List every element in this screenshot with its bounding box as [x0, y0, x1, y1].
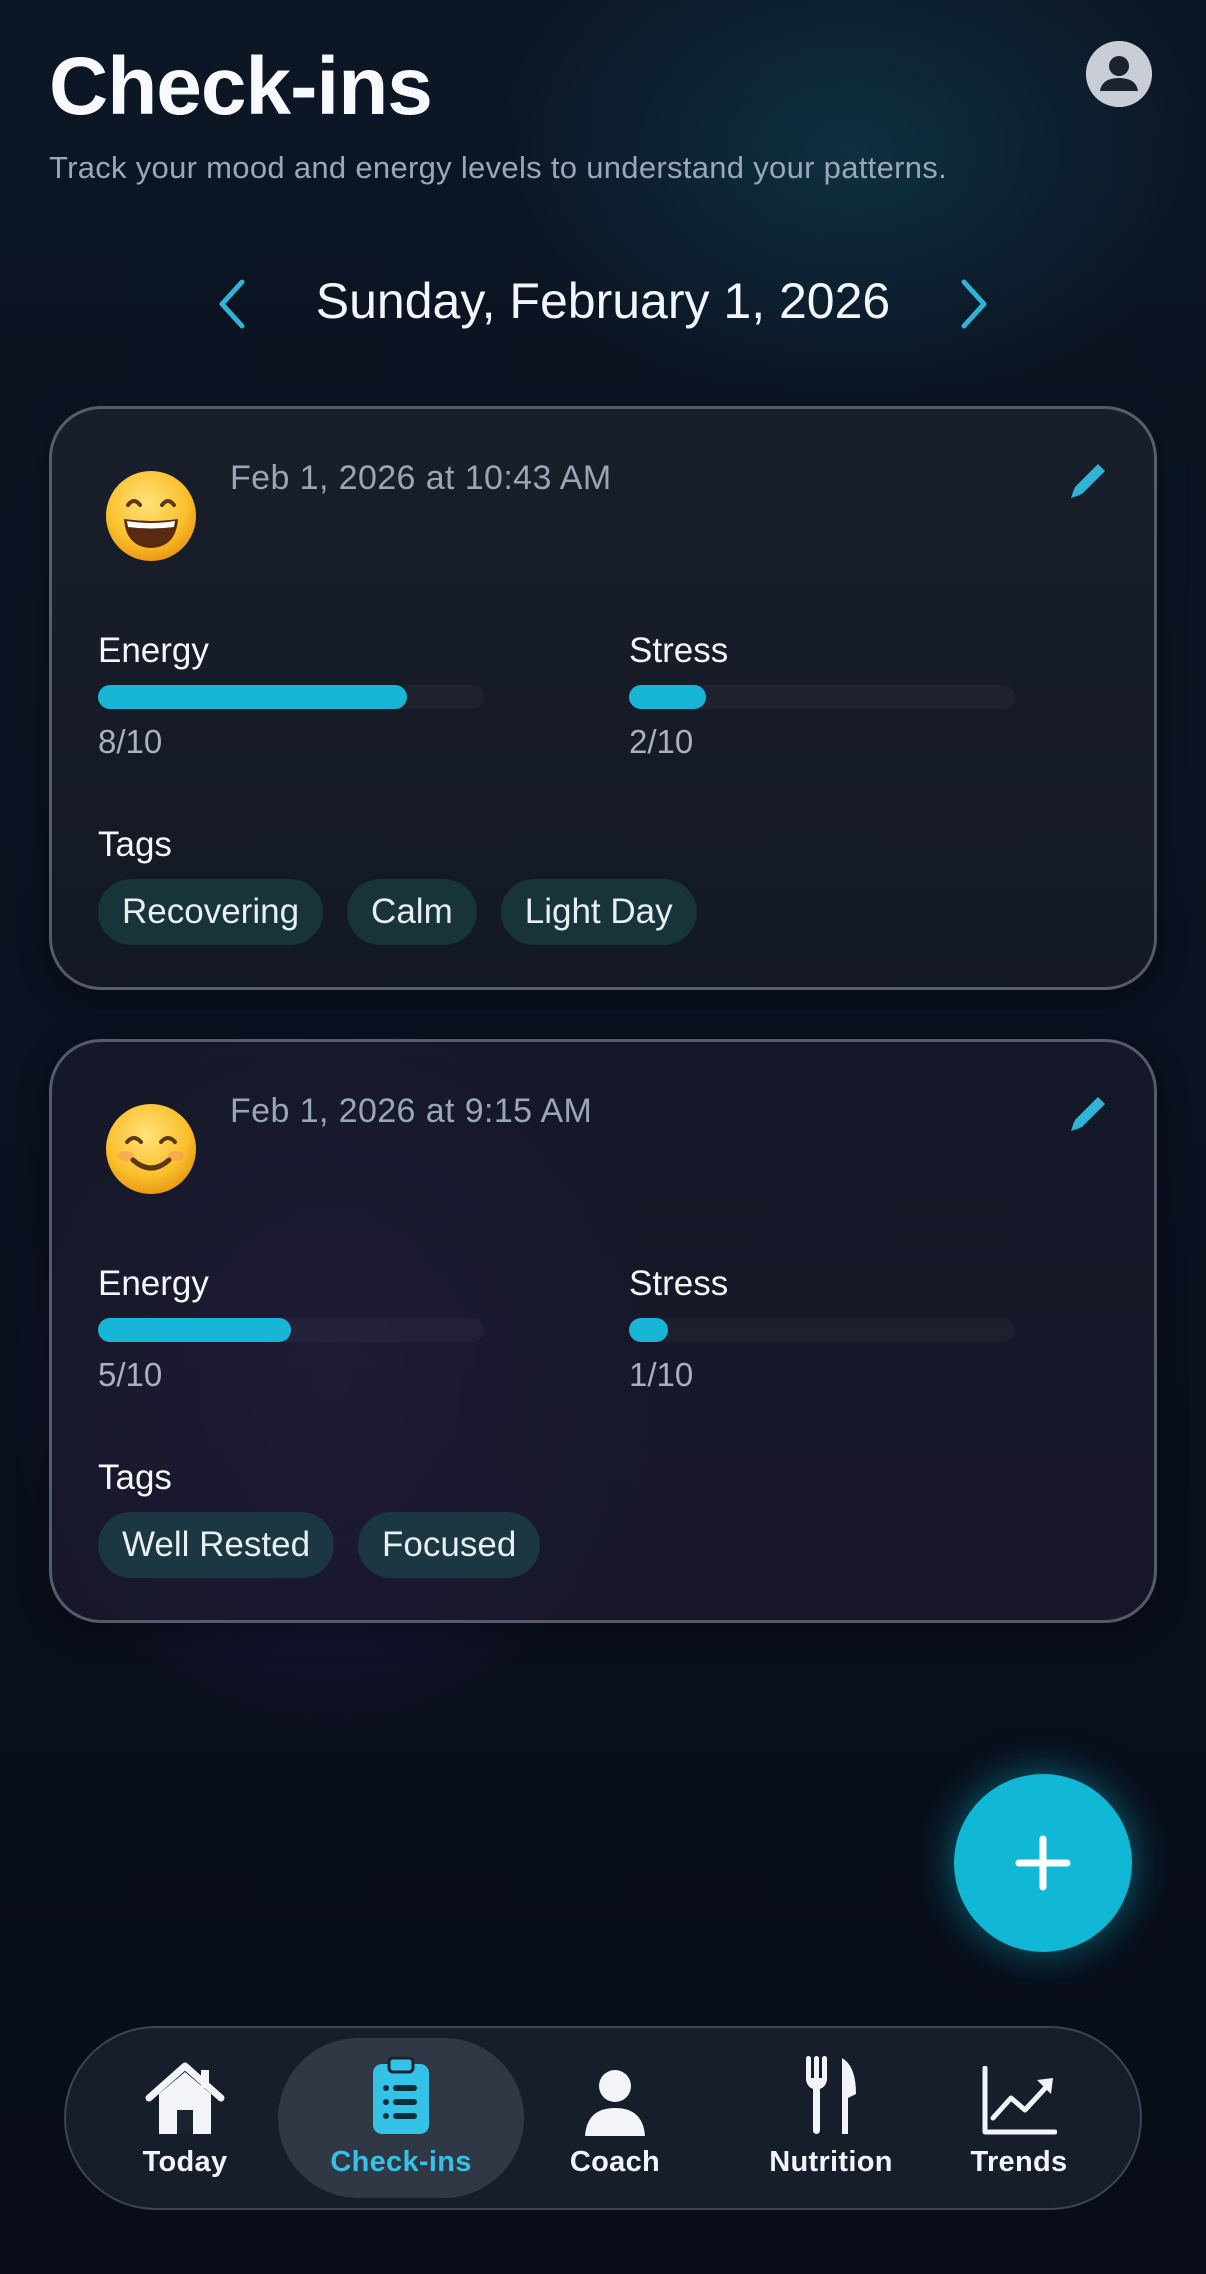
current-date: Sunday, February 1, 2026: [315, 273, 891, 329]
tab-label: Check-ins: [330, 2146, 472, 2178]
energy-label: Energy: [98, 631, 209, 670]
checkin-timestamp: Feb 1, 2026 at 9:15 AM: [230, 1092, 593, 1130]
date-navigator: Sunday, February 1, 2026: [0, 262, 1206, 346]
energy-bar-fill: [98, 685, 407, 709]
tab-trends[interactable]: Trends: [956, 2028, 1082, 2208]
add-checkin-button[interactable]: [954, 1774, 1132, 1952]
tab-coach[interactable]: Coach: [562, 2028, 668, 2208]
tab-label: Nutrition: [769, 2146, 893, 2178]
tab-label: Trends: [970, 2146, 1068, 2178]
clipboard-icon: [373, 2056, 429, 2134]
grinning-face-emoji-icon: [106, 471, 196, 561]
pencil-icon: [1071, 1097, 1105, 1131]
stress-bar-fill: [629, 1318, 668, 1342]
tag-chip[interactable]: Light Day: [500, 879, 697, 945]
tag-chip[interactable]: Well Rested: [98, 1512, 335, 1578]
page-title: Check-ins: [49, 41, 433, 132]
checkin-card[interactable]: Feb 1, 2026 at 10:43 AM Energy 8/10 Stre…: [49, 406, 1157, 990]
stress-value: 2/10: [629, 723, 694, 760]
chevron-left-icon: [219, 279, 245, 329]
smiling-face-emoji-icon: [106, 1104, 196, 1194]
stress-bar: [629, 685, 1015, 709]
home-icon: [145, 2062, 225, 2134]
tag-list: Recovering Calm Light Day: [98, 879, 697, 945]
stress-value: 1/10: [629, 1356, 694, 1393]
energy-bar-fill: [98, 1318, 291, 1342]
edit-checkin-button[interactable]: [1062, 1088, 1114, 1140]
tab-label: Today: [142, 2146, 228, 2178]
chart-icon: [982, 2066, 1057, 2135]
energy-bar: [98, 685, 484, 709]
checkin-card[interactable]: Feb 1, 2026 at 9:15 AM Energy 5/10 Stres…: [49, 1039, 1157, 1623]
next-day-button[interactable]: [948, 276, 1002, 332]
tags-label: Tags: [98, 1458, 172, 1497]
stress-bar-fill: [629, 685, 707, 709]
energy-value: 8/10: [98, 723, 163, 760]
bottom-tab-bar: Today Check-ins Coach Nutrition Trends: [64, 2026, 1142, 2210]
plus-icon: [1015, 1835, 1071, 1891]
person-icon: [1086, 41, 1152, 107]
stress-bar: [629, 1318, 1015, 1342]
profile-avatar-button[interactable]: [1086, 41, 1152, 107]
edit-checkin-button[interactable]: [1062, 455, 1114, 507]
tab-nutrition[interactable]: Nutrition: [746, 2028, 916, 2208]
tag-chip[interactable]: Calm: [347, 879, 477, 945]
stress-label: Stress: [629, 1264, 729, 1303]
stress-label: Stress: [629, 631, 729, 670]
pencil-icon: [1071, 464, 1105, 498]
tag-list: Well Rested Focused: [98, 1512, 541, 1578]
tab-today[interactable]: Today: [132, 2028, 238, 2208]
tag-chip[interactable]: Focused: [358, 1512, 541, 1578]
tags-label: Tags: [98, 825, 172, 864]
page-subtitle: Track your mood and energy levels to und…: [49, 150, 947, 185]
chevron-right-icon: [961, 279, 987, 329]
tag-chip[interactable]: Recovering: [98, 879, 324, 945]
checkin-timestamp: Feb 1, 2026 at 10:43 AM: [230, 459, 612, 497]
tab-check-ins[interactable]: Check-ins: [286, 2028, 516, 2208]
energy-value: 5/10: [98, 1356, 163, 1393]
fork-knife-icon: [806, 2056, 856, 2134]
tab-label: Coach: [569, 2146, 661, 2178]
energy-bar: [98, 1318, 484, 1342]
energy-label: Energy: [98, 1264, 209, 1303]
person-icon: [585, 2070, 645, 2136]
